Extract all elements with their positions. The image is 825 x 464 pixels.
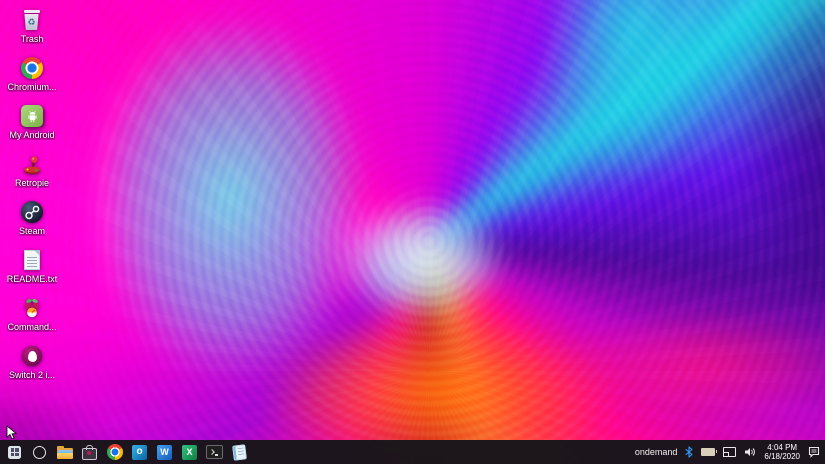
battery-icon[interactable] bbox=[701, 448, 715, 456]
notepad-icon bbox=[232, 444, 247, 460]
recycle-glyph: ♻ bbox=[27, 18, 35, 27]
terminal-button[interactable] bbox=[202, 440, 227, 464]
volume-icon[interactable] bbox=[744, 447, 756, 457]
word-icon: W bbox=[157, 445, 172, 460]
retropie-joystick-icon bbox=[20, 152, 44, 176]
desktop-icon-label: Retropie bbox=[15, 178, 49, 188]
chrome-button[interactable] bbox=[102, 440, 127, 464]
clock-date: 6/18/2020 bbox=[764, 452, 800, 462]
clock-time: 4:04 PM bbox=[764, 443, 800, 453]
bluetooth-icon[interactable] bbox=[685, 446, 693, 458]
desktop-icon-command[interactable]: Command... bbox=[0, 294, 64, 342]
tray-status-label: ondemand bbox=[635, 447, 678, 457]
word-button[interactable]: W bbox=[152, 440, 177, 464]
desktop-icon-label: My Android bbox=[9, 130, 54, 140]
network-icon[interactable] bbox=[723, 447, 736, 457]
mouse-cursor bbox=[6, 425, 18, 446]
search-button[interactable] bbox=[27, 440, 52, 464]
desktop-icon-steam[interactable]: Steam bbox=[0, 198, 64, 246]
desktop-icon-label: Switch 2 i... bbox=[9, 370, 55, 380]
taskbar: o W X ondemand bbox=[0, 440, 825, 464]
raspberry-pi-gauge-icon bbox=[20, 296, 44, 320]
windows-start-icon bbox=[8, 446, 21, 459]
trash-icon: ♻ bbox=[20, 8, 44, 32]
notepad-button[interactable] bbox=[227, 440, 252, 464]
outlook-button[interactable]: o bbox=[127, 440, 152, 464]
android-icon bbox=[20, 104, 44, 128]
desktop-icon-my-android[interactable]: My Android bbox=[0, 102, 64, 150]
desktop-icon-label: Command... bbox=[7, 322, 56, 332]
desktop-icon-switch2[interactable]: Switch 2 i... bbox=[0, 342, 64, 390]
action-center-icon[interactable] bbox=[808, 446, 820, 458]
system-tray: ondemand 4:04 PM 6/18/2020 bbox=[635, 440, 825, 464]
store-button[interactable] bbox=[77, 440, 102, 464]
desktop: ♻ Trash Chromium... bbox=[0, 0, 825, 464]
desktop-icon-label: Trash bbox=[21, 34, 44, 44]
desktop-icon-label: README.txt bbox=[7, 274, 58, 284]
desktop-icon-column: ♻ Trash Chromium... bbox=[0, 6, 64, 390]
chrome-icon bbox=[107, 444, 123, 460]
desktop-icon-chromium[interactable]: Chromium... bbox=[0, 54, 64, 102]
file-explorer-button[interactable] bbox=[52, 440, 77, 464]
search-icon bbox=[33, 446, 46, 459]
desktop-icon-label: Steam bbox=[19, 226, 45, 236]
excel-icon: X bbox=[182, 445, 197, 460]
clock[interactable]: 4:04 PM 6/18/2020 bbox=[764, 443, 800, 462]
terminal-icon bbox=[206, 445, 223, 459]
taskbar-app-buttons: o W X bbox=[0, 440, 252, 464]
desktop-icon-trash[interactable]: ♻ Trash bbox=[0, 6, 64, 54]
text-file-icon bbox=[20, 248, 44, 272]
desktop-icon-retropie[interactable]: Retropie bbox=[0, 150, 64, 198]
desktop-icon-label: Chromium... bbox=[7, 82, 56, 92]
excel-button[interactable]: X bbox=[177, 440, 202, 464]
steam-icon bbox=[20, 200, 44, 224]
switch-app-icon bbox=[20, 344, 44, 368]
shopping-bag-icon bbox=[82, 448, 97, 460]
desktop-icon-readme[interactable]: README.txt bbox=[0, 246, 64, 294]
wallpaper-swirl-rays bbox=[0, 0, 825, 464]
outlook-icon: o bbox=[132, 445, 147, 460]
folder-icon bbox=[57, 448, 73, 459]
chromium-icon bbox=[20, 56, 44, 80]
